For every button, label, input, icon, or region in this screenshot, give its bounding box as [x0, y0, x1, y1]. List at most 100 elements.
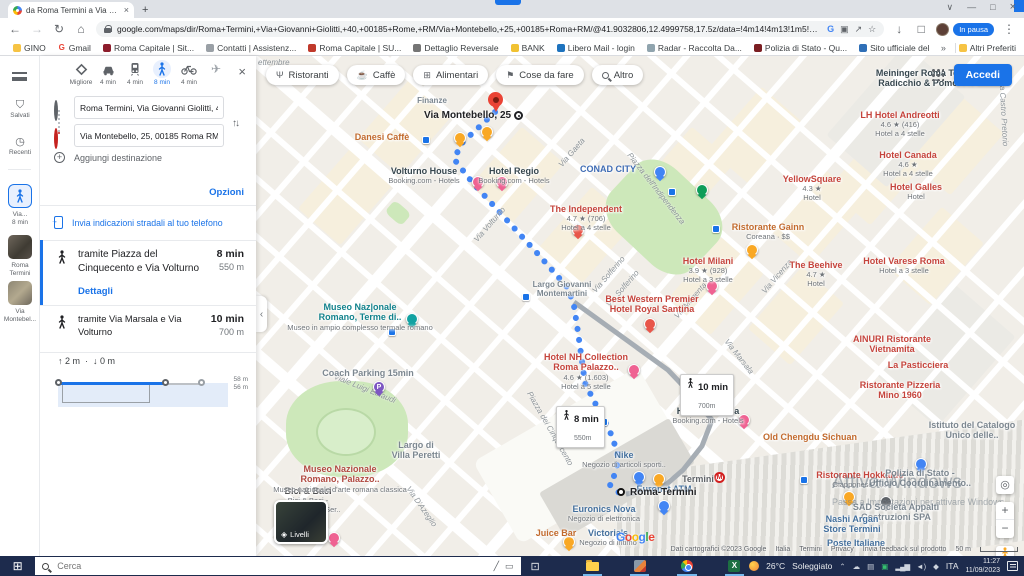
elevation-chart[interactable]: 58 m 56 m	[55, 374, 248, 408]
map-chip-caffè[interactable]: ☕ Caffè	[346, 65, 406, 85]
downloads-icon[interactable]: ↓	[892, 22, 906, 36]
map-poi-label[interactable]: Hotel Galles Hotel	[890, 182, 942, 201]
elevation-marker-mid[interactable]	[162, 379, 169, 386]
map-poi-label[interactable]: Museo Nazionale Romano, Palazzo.. Museo na…	[273, 464, 407, 494]
zoom-in-button[interactable]: +	[996, 502, 1014, 520]
back-button[interactable]: ←	[8, 22, 22, 36]
map-pin[interactable]	[628, 364, 640, 376]
map-poi-label[interactable]: Danesi Caffè	[355, 132, 410, 142]
cloud-icon[interactable]: ☁	[853, 562, 861, 571]
lock-icon[interactable]	[104, 25, 112, 33]
map-chip-cose-da-fare[interactable]: ⚑ Cose da fare	[496, 65, 584, 85]
excel-button[interactable]: X	[720, 556, 749, 576]
map-poi-label[interactable]: Hotel Milani 3.9 ★ (928) Hotel a 3 stelle	[683, 256, 734, 284]
bookmark-item[interactable]: Radar - Raccolta Da...	[642, 43, 747, 53]
network-icon[interactable]: ▂▄▆	[895, 562, 910, 571]
map-poi-label[interactable]: Hotel Varese Roma Hotel a 3 stelle	[863, 256, 945, 275]
dropbox-icon[interactable]: ◆	[933, 562, 939, 571]
bookmark-item[interactable]: Libero Mail - login	[552, 43, 640, 53]
bookmark-item[interactable]: Contatti | Assistenz...	[201, 43, 301, 53]
origin-map-label[interactable]: Roma-Termini	[630, 487, 697, 498]
map-poi-label[interactable]: Hotel Regio Booking.com - Hotels	[478, 166, 549, 185]
minimize-button[interactable]: —	[967, 2, 976, 12]
bus-stop-icon[interactable]	[800, 476, 808, 484]
reload-button[interactable]: ↻	[52, 22, 66, 36]
destination-input[interactable]	[74, 124, 224, 147]
map-pin[interactable]	[644, 318, 656, 330]
language-indicator[interactable]: ITA	[946, 561, 959, 571]
attrib-privacy[interactable]: Privacy	[831, 546, 854, 553]
rail-active-trip[interactable]	[8, 184, 32, 208]
signin-button[interactable]: Accedi	[953, 64, 1012, 86]
weather-temp[interactable]: 26°C	[766, 561, 785, 571]
new-tab-button[interactable]: +	[142, 4, 148, 16]
tray-expand-icon[interactable]: ⌃	[839, 562, 845, 571]
bus-stop-icon[interactable]	[522, 293, 530, 301]
swap-icon[interactable]: ↑↓	[232, 118, 240, 129]
apps-grid-icon[interactable]	[931, 69, 944, 81]
action-center-icon[interactable]	[1007, 561, 1018, 571]
rail-item-saved[interactable]: ⛉ Salvati	[0, 100, 40, 120]
maximize-button[interactable]: □	[990, 2, 995, 12]
metro-station-icon[interactable]: M	[714, 472, 725, 483]
rail-item-recent[interactable]: ◷ Recenti	[0, 137, 40, 157]
mode-cycling[interactable]: 4 min	[176, 60, 202, 86]
home-button[interactable]: ⌂	[74, 22, 88, 36]
map-poi-label[interactable]: Nashi Argan Store Termini	[823, 514, 880, 535]
attrib-feedback[interactable]: Invia feedback sul prodotto	[863, 546, 947, 553]
route-1-details-link[interactable]: Dettagli	[78, 286, 113, 297]
bookmark-star-icon[interactable]: ☆	[868, 24, 876, 35]
send-to-phone-row[interactable]: Invia indicazioni stradali al tuo telefo…	[40, 216, 223, 229]
install-icon[interactable]: ▣	[840, 24, 849, 35]
attrib-country[interactable]: Italia	[775, 546, 790, 553]
clipboard-icon[interactable]: ▤	[867, 562, 874, 571]
destination-map-label[interactable]: Via Montebello, 25	[424, 110, 524, 121]
options-link[interactable]: Opzioni	[209, 187, 244, 198]
map-poi-label[interactable]: Nike Negozio di articoli sporti..	[582, 450, 666, 469]
profile-paused-badge[interactable]: In pausa	[953, 22, 994, 36]
map-poi-label[interactable]: LH Hotel Andreotti 4.6 ★ (416) Hotel a 4 s…	[860, 110, 939, 138]
route-option-2[interactable]: tramite Via Marsala e Via Volturno 10 mi…	[40, 305, 256, 349]
route-badge-10min[interactable]: 10 min 700m	[680, 374, 735, 416]
bookmark-item[interactable]: GINO	[8, 43, 51, 53]
profile-avatar[interactable]	[936, 22, 950, 36]
tab-close-icon[interactable]: ×	[124, 5, 129, 15]
address-bar[interactable]: google.com/maps/dir/Roma+Termini,+Via+Gi…	[96, 21, 885, 37]
map-pin[interactable]: P	[373, 381, 385, 393]
origin-map-marker[interactable]	[617, 488, 625, 496]
map-chip-altro[interactable]: Altro	[591, 65, 644, 85]
map-chip-ristoranti[interactable]: Ψ Ristoranti	[266, 65, 339, 85]
map-poi-label[interactable]: Coach Parking 15min	[322, 368, 414, 378]
menu-hamburger-icon[interactable]	[12, 72, 27, 81]
bookmark-item[interactable]: Sito ufficiale della R...	[854, 43, 929, 53]
map-poi-label[interactable]: Finanze	[417, 96, 447, 105]
map-pin[interactable]	[481, 126, 493, 138]
bookmark-item[interactable]: G Gmail	[53, 43, 96, 53]
map-poi-label[interactable]: AlNURI Ristorante Vietnamita	[853, 334, 931, 355]
reading-list-icon[interactable]: □	[914, 22, 928, 36]
browser-tab[interactable]: da Roma Termini a Via Montebel ×	[8, 2, 134, 18]
add-destination-row[interactable]: + Aggiungi destinazione	[40, 152, 162, 163]
route-option-1[interactable]: tramite Piazza del Cinquecento e Via Vol…	[40, 240, 256, 305]
bookmark-item[interactable]: Polizia di Stato - Qu...	[749, 43, 852, 53]
excel-tray-icon[interactable]: ▣	[881, 562, 888, 571]
weather-condition[interactable]: Soleggiato	[792, 561, 832, 571]
map-poi-label[interactable]: Hotel Canada 4.6 ★ Hotel a 4 stelle	[879, 150, 937, 178]
start-button[interactable]: ⊞	[0, 559, 35, 573]
mode-flight[interactable]: ✈	[203, 60, 229, 79]
zoom-out-button[interactable]: −	[996, 520, 1014, 537]
map-poi-label[interactable]: Largo Giovanni Montemartini	[533, 280, 592, 298]
map-poi-label[interactable]: Juice Bar	[536, 528, 577, 538]
file-explorer-button[interactable]	[578, 556, 607, 576]
clock[interactable]: 11:27 11/09/2023	[965, 557, 1000, 575]
map-pin[interactable]	[658, 500, 670, 512]
taskbar-search[interactable]: ╱ ▭	[35, 557, 521, 575]
task-view-button[interactable]: ⊡	[521, 556, 550, 576]
volume-icon[interactable]: ◄)	[916, 562, 926, 571]
map-pin[interactable]	[696, 184, 708, 196]
rail-thumbnail-via-montebello[interactable]	[8, 281, 32, 305]
maps-app-button[interactable]	[625, 556, 654, 576]
map-poi-label[interactable]: Termini	[682, 474, 714, 484]
rail-thumbnail-roma-termini[interactable]	[8, 235, 32, 259]
map-canvas[interactable]: Danesi Caffè Volturno House Booking.com - …	[256, 56, 1024, 556]
